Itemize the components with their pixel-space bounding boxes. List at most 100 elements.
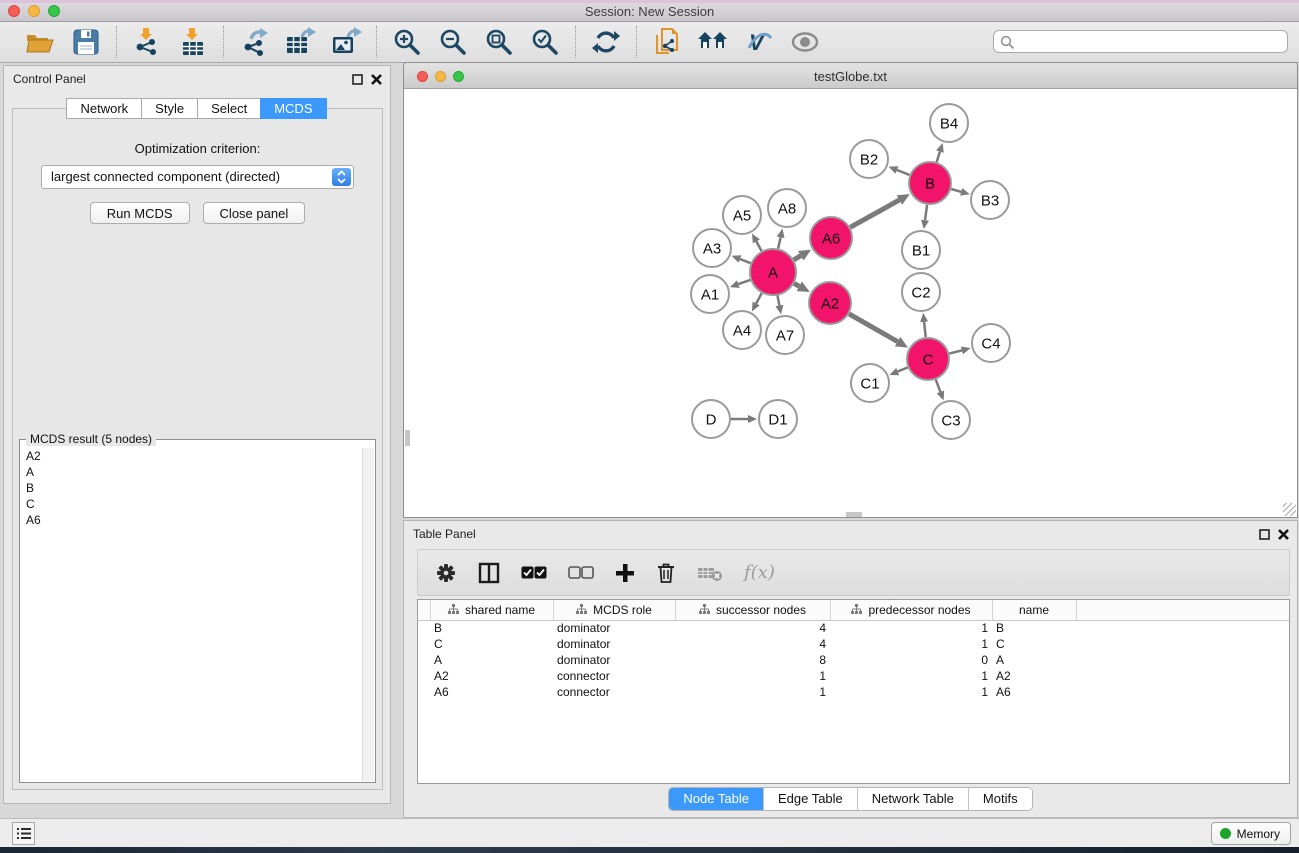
graph-edge-A-A7[interactable] <box>777 296 779 306</box>
graph-edge-A-A3[interactable] <box>740 259 751 263</box>
table-cell[interactable]: C <box>430 636 553 652</box>
tab-node-table[interactable]: Node Table <box>669 788 764 810</box>
table-cell[interactable]: A6 <box>430 684 553 700</box>
network-vertical-scrollbar[interactable] <box>405 430 410 446</box>
table-row[interactable]: A2connector11A2 <box>418 668 1289 684</box>
column-header-successor-nodes[interactable]: successor nodes <box>675 600 830 620</box>
table-cell[interactable]: 4 <box>675 620 830 636</box>
table-cell[interactable]: A2 <box>430 668 553 684</box>
result-scrollbar[interactable] <box>362 448 374 781</box>
float-panel-icon[interactable] <box>352 72 363 90</box>
graph-edge-C-C4[interactable] <box>949 350 962 353</box>
column-header-name[interactable]: name <box>992 600 1076 620</box>
graph-edge-A-A5[interactable] <box>756 241 761 251</box>
table-cell[interactable]: connector <box>553 684 675 700</box>
graph-edge-A2-C[interactable] <box>849 314 898 342</box>
first-neighbors-icon[interactable] <box>697 27 729 57</box>
export-table-icon[interactable] <box>284 27 316 57</box>
table-cell[interactable]: dominator <box>553 620 675 636</box>
graph-edge-B-B4[interactable] <box>937 152 940 162</box>
tab-motifs[interactable]: Motifs <box>969 788 1032 810</box>
table-cell[interactable]: connector <box>553 668 675 684</box>
graph-edge-A6-B[interactable] <box>850 200 899 227</box>
column-header-shared-name[interactable]: shared name <box>430 600 553 620</box>
graph-edge-C-C3[interactable] <box>936 380 941 392</box>
graph-edge-B-B1[interactable] <box>925 205 927 220</box>
graph-edge-C-C2[interactable] <box>924 322 926 337</box>
vizmapper-icon[interactable]: V <box>743 27 775 57</box>
graph-edge-A-A6[interactable] <box>794 256 801 260</box>
function-builder-icon[interactable]: f(x) <box>744 562 775 583</box>
table-cell[interactable]: 1 <box>675 668 830 684</box>
table-row[interactable]: A6connector11A6 <box>418 684 1289 700</box>
tab-style[interactable]: Style <box>141 98 198 119</box>
tab-edge-table[interactable]: Edge Table <box>764 788 858 810</box>
table-cell[interactable]: 1 <box>675 684 830 700</box>
tab-network[interactable]: Network <box>66 98 142 119</box>
table-cell[interactable]: 8 <box>675 652 830 668</box>
network-horizontal-scrollbar[interactable] <box>846 512 862 517</box>
tab-mcds[interactable]: MCDS <box>260 98 326 119</box>
select-all-icon[interactable] <box>521 566 547 579</box>
zoom-fit-icon[interactable] <box>483 27 515 57</box>
zoom-out-icon[interactable] <box>437 27 469 57</box>
table-cell[interactable]: 1 <box>830 684 992 700</box>
column-header-predecessor-nodes[interactable]: predecessor nodes <box>830 600 992 620</box>
open-file-icon[interactable] <box>24 27 56 57</box>
deselect-all-icon[interactable] <box>568 566 594 579</box>
zoom-in-icon[interactable] <box>391 27 423 57</box>
table-cell[interactable]: dominator <box>553 636 675 652</box>
tab-select[interactable]: Select <box>197 98 261 119</box>
table-row[interactable]: Adominator80A <box>418 652 1289 668</box>
zoom-selected-icon[interactable] <box>529 27 561 57</box>
network-canvas[interactable]: B4B2BB3A5A8A6B1A3AA1C2A2A4A7C4CC1C3DD1 <box>405 90 1296 517</box>
tab-network-table[interactable]: Network Table <box>858 788 969 810</box>
float-panel-icon[interactable] <box>1259 527 1270 545</box>
table-cell[interactable]: B <box>992 620 1076 636</box>
add-icon[interactable] <box>615 563 635 583</box>
column-header-MCDS-role[interactable]: MCDS role <box>553 600 675 620</box>
show-hide-icon[interactable] <box>789 27 821 57</box>
result-item[interactable]: A <box>21 464 362 480</box>
close-panel-icon[interactable] <box>1278 527 1289 545</box>
task-history-button[interactable] <box>12 822 35 845</box>
table-cell[interactable]: 4 <box>675 636 830 652</box>
table-cell[interactable]: B <box>430 620 553 636</box>
table-cell[interactable]: A <box>992 652 1076 668</box>
optimization-criterion-dropdown[interactable]: largest connected component (directed) <box>41 165 354 189</box>
table-cell[interactable]: 1 <box>830 636 992 652</box>
column-layout-icon[interactable] <box>478 562 500 584</box>
graph-edge-A-A2[interactable] <box>794 283 799 286</box>
new-network-from-selection-icon[interactable] <box>651 27 683 57</box>
save-session-icon[interactable] <box>70 27 102 57</box>
run-mcds-button[interactable]: Run MCDS <box>90 202 190 224</box>
table-cell[interactable]: A <box>430 652 553 668</box>
graph-edge-C-C1[interactable] <box>898 367 908 371</box>
result-item[interactable]: A2 <box>21 448 362 464</box>
graph-edge-B-B3[interactable] <box>951 189 961 192</box>
graph-edge-A-A1[interactable] <box>738 280 750 284</box>
result-item[interactable]: A6 <box>21 512 362 528</box>
refresh-icon[interactable] <box>590 27 622 57</box>
table-cell[interactable]: A2 <box>992 668 1076 684</box>
table-cell[interactable]: A6 <box>992 684 1076 700</box>
result-item[interactable]: B <box>21 480 362 496</box>
export-network-icon[interactable] <box>238 27 270 57</box>
graph-edge-A-A4[interactable] <box>756 293 762 303</box>
export-image-icon[interactable] <box>330 27 362 57</box>
table-cell[interactable]: 0 <box>830 652 992 668</box>
gear-icon[interactable] <box>435 562 457 584</box>
mcds-result-list[interactable]: A2ABCA6 <box>21 448 362 781</box>
import-table-icon[interactable] <box>177 27 209 57</box>
graph-edge-A-A8[interactable] <box>778 237 780 248</box>
table-row[interactable]: Cdominator41C <box>418 636 1289 652</box>
search-input[interactable] <box>993 30 1288 53</box>
table-cell[interactable]: dominator <box>553 652 675 668</box>
table-cell[interactable]: C <box>992 636 1076 652</box>
result-item[interactable]: C <box>21 496 362 512</box>
table-row[interactable]: Bdominator41B <box>418 620 1289 636</box>
table-cell[interactable]: 1 <box>830 668 992 684</box>
close-panel-button[interactable]: Close panel <box>203 202 306 224</box>
graph-edge-B-B2[interactable] <box>897 170 910 175</box>
delete-icon[interactable] <box>656 562 676 584</box>
